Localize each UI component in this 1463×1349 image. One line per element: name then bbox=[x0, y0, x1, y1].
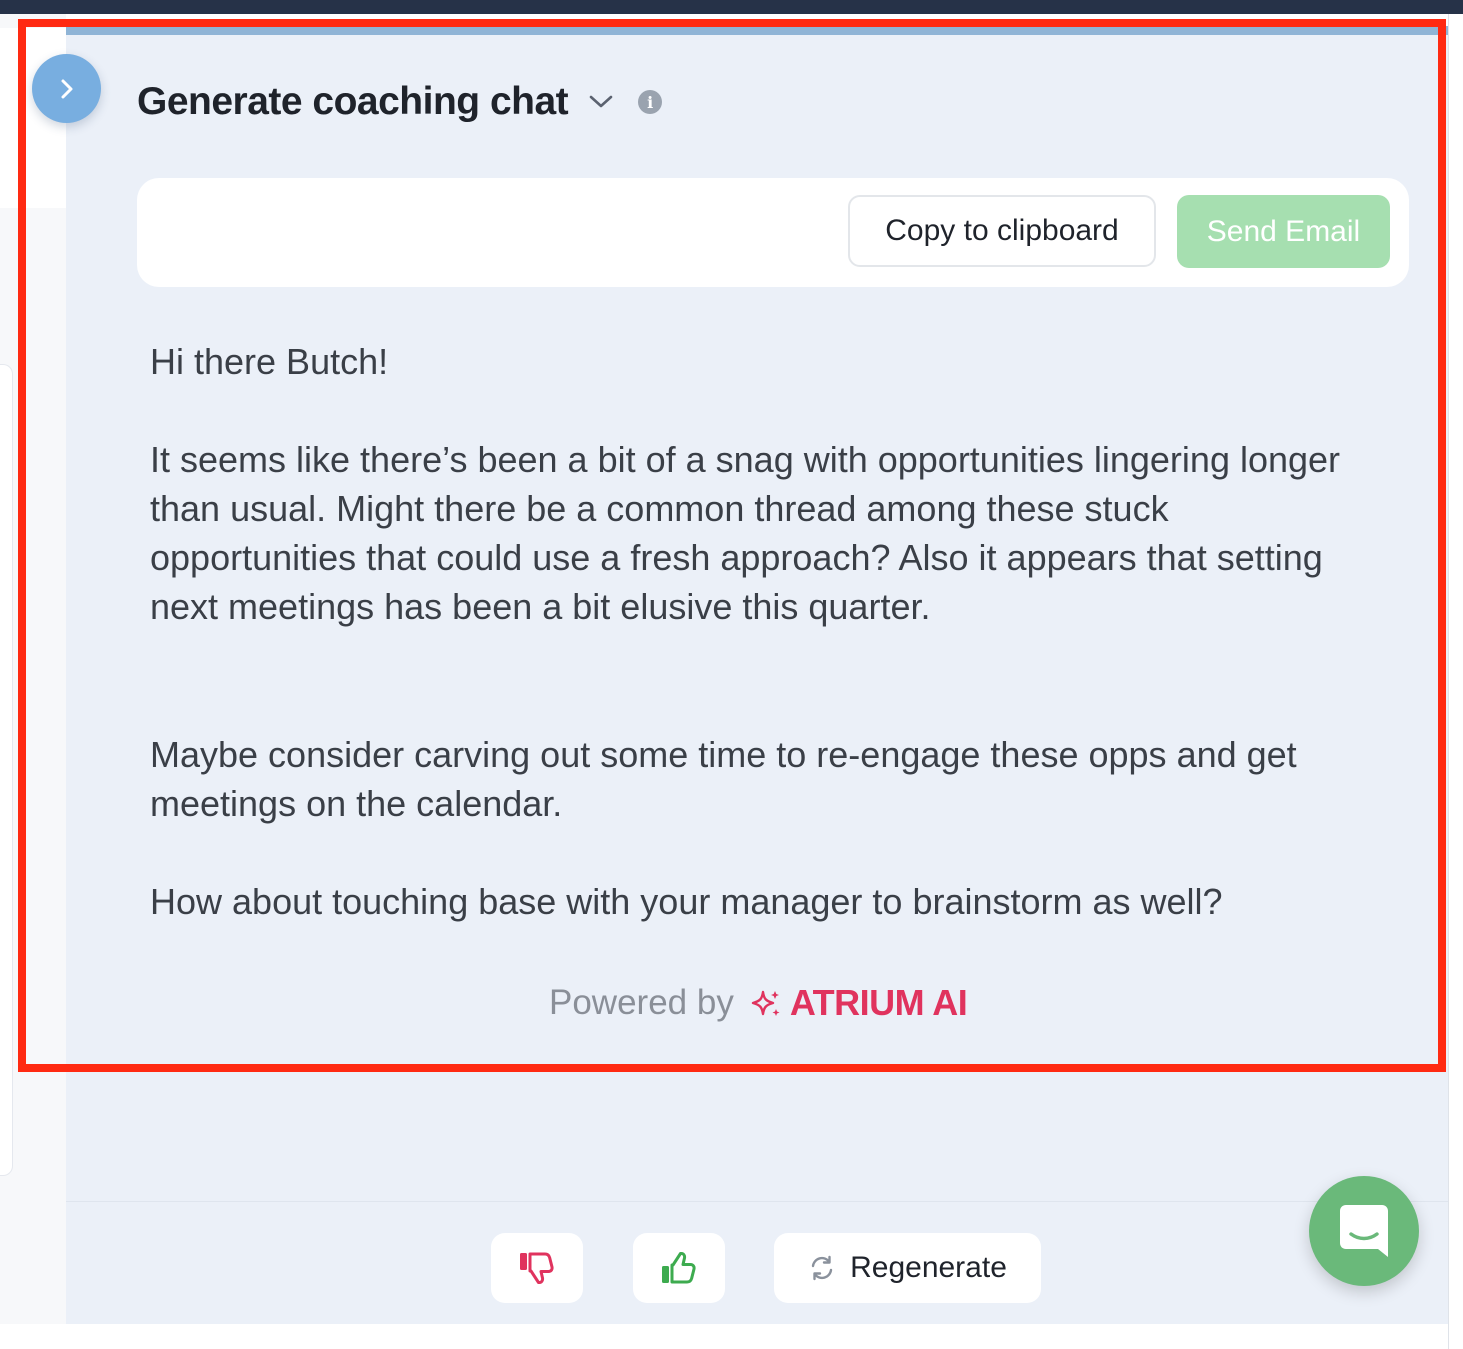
left-panel-card bbox=[0, 364, 13, 1176]
message-paragraph-3: How about touching base with your manage… bbox=[150, 881, 1223, 922]
chevron-down-icon bbox=[588, 93, 614, 111]
right-scroll-edge bbox=[1448, 14, 1463, 1349]
bottom-edge bbox=[0, 1324, 1448, 1349]
panel-header: Generate coaching chat i bbox=[137, 78, 663, 126]
app-top-bar bbox=[0, 0, 1463, 14]
powered-by-footer: Powered by ATRIUM AI bbox=[549, 980, 968, 1026]
info-icon[interactable]: i bbox=[638, 90, 663, 114]
sparkle-icon bbox=[750, 987, 782, 1019]
message-greeting: Hi there Butch! bbox=[150, 341, 389, 382]
refresh-icon bbox=[808, 1254, 836, 1282]
page-title: Generate coaching chat bbox=[137, 80, 569, 123]
send-email-button[interactable]: Send Email bbox=[1177, 195, 1390, 268]
message-paragraph-1: It seems like there’s been a bit of a sn… bbox=[150, 439, 1341, 627]
brand-logo: ATRIUM AI bbox=[750, 982, 968, 1024]
expand-panel-button[interactable] bbox=[32, 54, 101, 123]
panel-top-stripe bbox=[66, 26, 1448, 35]
thumbs-down-button[interactable] bbox=[491, 1233, 583, 1303]
chat-icon bbox=[1338, 1203, 1390, 1259]
copy-to-clipboard-button[interactable]: Copy to clipboard bbox=[848, 195, 1156, 267]
chevron-right-icon bbox=[54, 76, 80, 102]
chat-launcher-button[interactable] bbox=[1309, 1176, 1419, 1286]
title-dropdown-toggle[interactable] bbox=[588, 93, 614, 111]
actions-divider bbox=[66, 1201, 1448, 1202]
message-paragraph-2: Maybe consider carving out some time to … bbox=[150, 734, 1297, 824]
thumbs-up-button[interactable] bbox=[633, 1233, 725, 1303]
thumbs-up-icon bbox=[659, 1248, 699, 1288]
powered-by-label: Powered by bbox=[549, 983, 734, 1022]
brand-name: ATRIUM AI bbox=[789, 982, 968, 1023]
thumbs-down-icon bbox=[517, 1248, 557, 1288]
regenerate-label: Regenerate bbox=[850, 1251, 1007, 1284]
left-background-panel bbox=[0, 14, 66, 1324]
regenerate-button[interactable]: Regenerate bbox=[774, 1233, 1041, 1303]
